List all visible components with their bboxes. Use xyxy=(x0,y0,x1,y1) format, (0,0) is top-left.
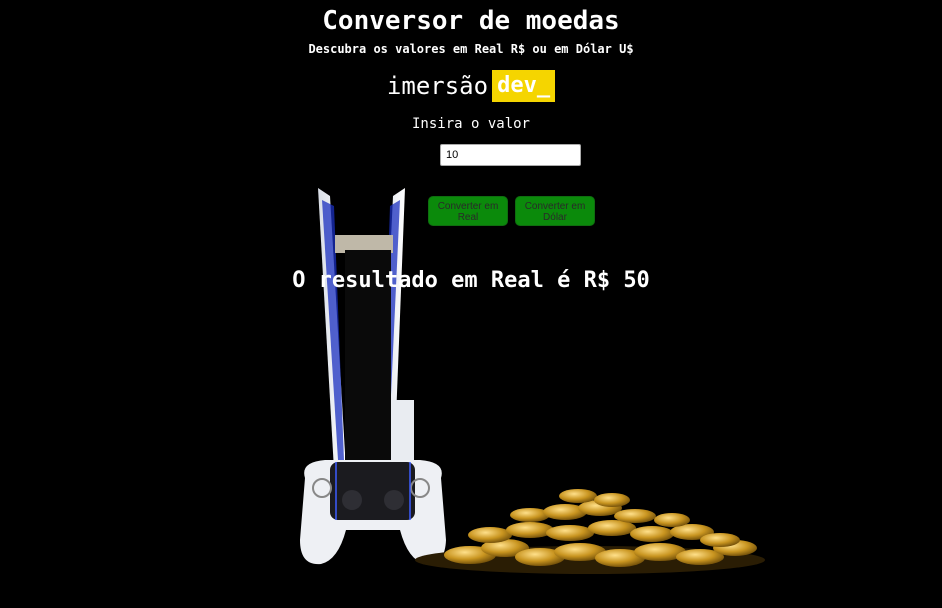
page-title: Conversor de moedas xyxy=(322,6,620,36)
convert-real-button[interactable]: Converter em Real xyxy=(428,196,508,226)
logo: imersão dev_ xyxy=(0,70,942,102)
logo-badge: dev_ xyxy=(492,70,556,102)
convert-dolar-button[interactable]: Converter em Dólar xyxy=(515,196,595,226)
logo-word: imersão xyxy=(386,72,489,100)
value-input[interactable] xyxy=(440,144,581,166)
game-console-image xyxy=(318,188,414,470)
page-subtitle: Descubra os valores em Real R$ ou em Dól… xyxy=(308,42,634,56)
game-controller-image xyxy=(300,460,446,565)
input-label: Insira o valor xyxy=(411,116,530,132)
result-text: O resultado em Real é R$ 50 xyxy=(292,268,650,293)
gold-coins-image xyxy=(415,489,765,574)
